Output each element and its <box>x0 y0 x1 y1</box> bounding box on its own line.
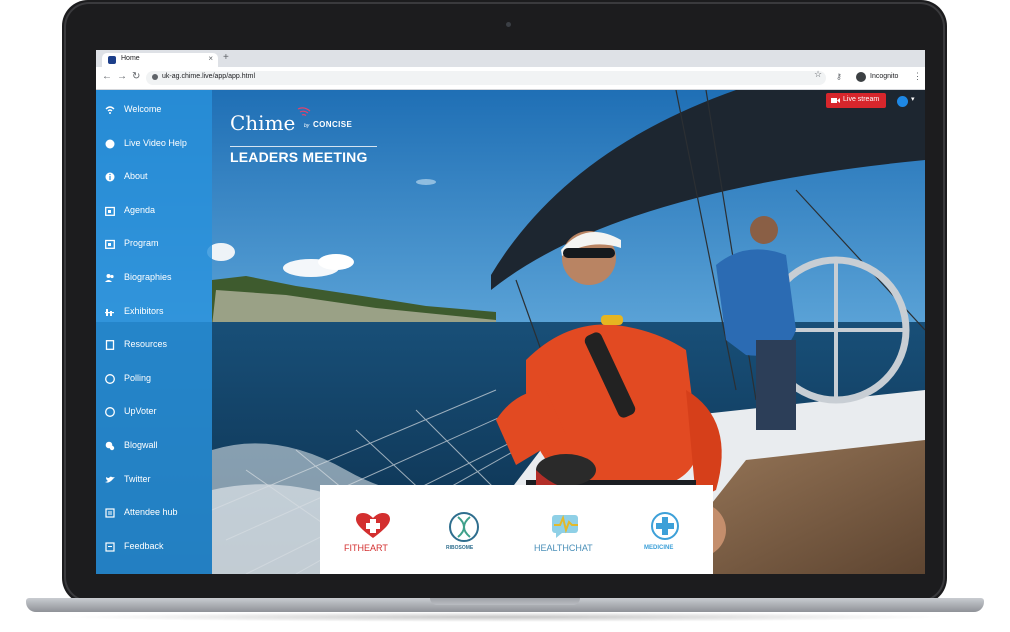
calendar-icon <box>105 206 115 216</box>
sidebar-item-biographies[interactable]: Biographies <box>96 268 212 292</box>
chat-pulse-logo-icon <box>552 514 578 538</box>
forward-icon[interactable]: → <box>117 71 127 82</box>
info-icon <box>105 172 115 182</box>
sidebar-item-label: Polling <box>124 372 152 383</box>
sidebar-item-welcome[interactable]: Welcome <box>96 100 212 124</box>
sidebar-item-attendee-hub[interactable]: Attendee hub <box>96 503 212 527</box>
sidebar-item-blogwall[interactable]: Blogwall <box>96 436 212 460</box>
tab-title: Home <box>121 55 140 62</box>
sponsor-healthchat[interactable]: HEALTHCHAT <box>524 485 604 574</box>
sponsor-ribosome[interactable]: RIBOSOME <box>434 485 494 574</box>
sidebar-item-label: Feedback <box>124 540 164 551</box>
new-tab-icon[interactable]: + <box>223 52 229 63</box>
chevron-down-icon[interactable]: ▾ <box>911 95 915 103</box>
sidebar-item-upvoter[interactable]: UpVoter <box>96 402 212 426</box>
chat-icon <box>105 407 115 418</box>
brand-logo-name: Chime <box>230 111 296 135</box>
sidebar-item-label: Program <box>124 238 159 249</box>
back-icon[interactable]: ← <box>102 71 112 82</box>
url-text: uk-ag.chime.live/app/app.html <box>162 73 255 80</box>
people-icon <box>105 274 114 282</box>
chat-bubbles-icon <box>105 441 115 451</box>
browser-menu-icon[interactable]: ⋮ <box>913 71 922 82</box>
sponsor-name: RIBOSOME <box>446 545 474 551</box>
heart-logo-icon <box>356 513 390 538</box>
dna-logo-icon <box>449 512 479 542</box>
sidebar-item-label: Twitter <box>124 473 151 484</box>
brand-divider <box>230 146 377 147</box>
sidebar-item-label: Resources <box>124 339 168 350</box>
key-icon[interactable]: ⚷ <box>836 72 842 81</box>
laptop-notch <box>430 598 580 605</box>
laptop-shadow <box>60 612 950 622</box>
browser-toolbar: ← → ↻ uk-ag.chime.live/app/app.html ☆ ⚷ … <box>96 67 925 90</box>
sidebar-item-label: Live Video Help <box>124 137 187 148</box>
sidebar-item-label: Exhibitors <box>124 305 164 316</box>
exhibitors-icon <box>105 308 114 316</box>
laptop-screen: Home × + ← → ↻ uk-ag.chime.live/app/app.… <box>96 50 925 574</box>
sidebar-item-about[interactable]: About <box>96 167 212 191</box>
address-bar[interactable]: uk-ag.chime.live/app/app.html <box>146 71 826 85</box>
sidebar-item-label: Agenda <box>124 204 156 215</box>
twitter-icon <box>105 476 115 483</box>
favicon-icon <box>108 56 116 64</box>
live-stream-button[interactable]: Live stream <box>826 93 886 108</box>
signal-wave-icon <box>297 107 311 116</box>
app-page: Welcome Live Video Help About Agenda Program… <box>96 90 925 574</box>
incognito-icon[interactable] <box>856 72 866 82</box>
close-tab-icon[interactable]: × <box>208 54 213 63</box>
wifi-icon <box>105 106 115 114</box>
lock-icon <box>152 74 158 80</box>
sidebar-item-feedback[interactable]: Feedback <box>96 537 212 561</box>
list-icon <box>105 508 115 518</box>
reload-icon[interactable]: ↻ <box>132 71 140 82</box>
sponsor-medicine[interactable]: MEDICINE <box>634 485 698 574</box>
incognito-label: Incognito <box>870 73 899 80</box>
video-camera-icon <box>831 98 840 103</box>
sidebar-item-label: Biographies <box>124 272 172 282</box>
help-icon <box>105 139 115 149</box>
sidebar-item-label: Blogwall <box>124 440 158 450</box>
bookmark-star-icon[interactable]: ☆ <box>814 69 822 80</box>
browser-tab[interactable]: Home × <box>102 53 218 67</box>
brand-organization: CONCISE <box>313 120 353 129</box>
sidebar-item-polling[interactable]: Polling <box>96 369 212 393</box>
sponsor-fitheart[interactable]: FITHEART <box>334 485 414 574</box>
sidebar-item-twitter[interactable]: Twitter <box>96 470 212 494</box>
sidebar-item-resources[interactable]: Resources <box>96 335 212 359</box>
live-stream-label: Live stream <box>843 96 880 103</box>
medical-cross-logo-icon <box>651 512 679 540</box>
sponsor-name: HEALTHCHAT <box>534 543 593 553</box>
sidebar-item-exhibitors[interactable]: Exhibitors <box>96 302 212 326</box>
event-title: LEADERS MEETING <box>230 149 368 165</box>
user-avatar[interactable] <box>897 96 908 107</box>
browser-tabbar: Home × + <box>96 50 925 67</box>
sidebar-item-label: Welcome <box>124 104 162 114</box>
calendar-icon <box>105 240 115 250</box>
sidebar-item-label: Attendee hub <box>124 507 178 518</box>
feedback-icon <box>105 542 115 552</box>
sidebar-item-program[interactable]: Program <box>96 234 212 258</box>
sidebar-item-agenda[interactable]: Agenda <box>96 201 212 225</box>
chat-poll-icon <box>105 373 115 384</box>
sponsor-name: MEDICINE <box>644 545 674 551</box>
sidebar <box>96 90 212 574</box>
sponsor-strip: FITHEART RIBOSOME HEALTHCHAT MEDICINE <box>320 485 713 574</box>
document-icon <box>105 340 115 351</box>
sidebar-item-live-video-help[interactable]: Live Video Help <box>96 134 212 158</box>
sidebar-item-label: UpVoter <box>124 406 157 417</box>
sidebar-item-label: About <box>124 171 148 182</box>
brand-by: by <box>304 123 310 129</box>
webcam <box>506 22 511 27</box>
sponsor-name: FITHEART <box>344 543 388 553</box>
